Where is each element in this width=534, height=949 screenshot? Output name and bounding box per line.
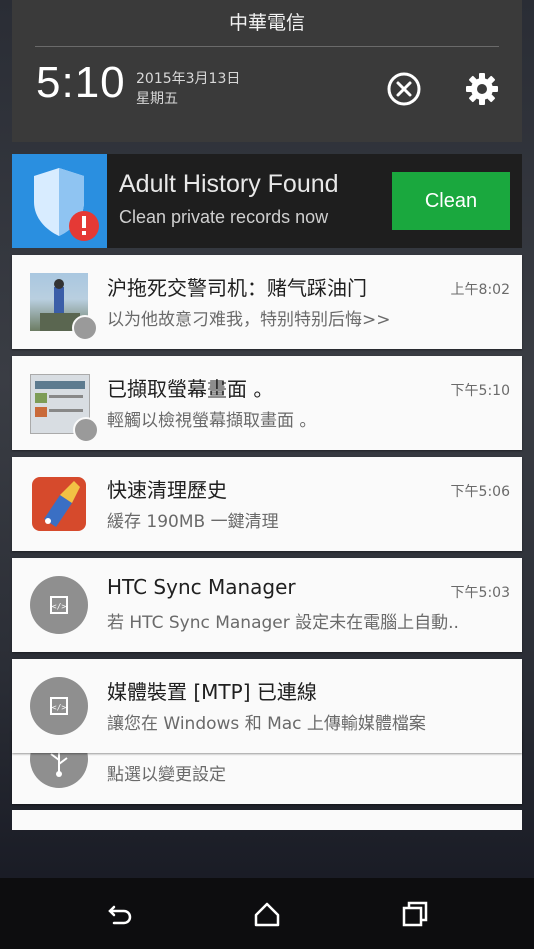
- header-divider: [35, 46, 499, 47]
- notification-time: 下午5:06: [450, 484, 510, 500]
- notification-screenshot[interactable]: 已擷取螢幕畫面 。 輕觸以檢視螢幕擷取畫面 。 下午5:10: [12, 356, 522, 450]
- code-icon: </>: [30, 677, 88, 735]
- home-icon: [254, 902, 280, 927]
- image-badge-icon: [73, 417, 99, 443]
- notification-text: 緩存 190MB 一鍵清理: [107, 512, 279, 532]
- settings-button[interactable]: [462, 69, 502, 109]
- gear-icon: [466, 73, 498, 105]
- navigation-bar: [0, 878, 534, 949]
- shield-alert-icon: [12, 154, 107, 248]
- notification-time: 上午8:02: [450, 282, 510, 298]
- close-circle-icon: [387, 72, 421, 106]
- notification-title: 媒體裝置 [MTP] 已連線: [107, 680, 317, 704]
- ad-subtitle: Clean private records now: [119, 207, 329, 227]
- notification-title: 已擷取螢幕畫面 。: [107, 377, 274, 401]
- quick-settings-header: 中華電信 5:10 2015年3月13日 星期五: [12, 0, 522, 142]
- notification-cleaner[interactable]: 快速清理歷史 緩存 190MB 一鍵清理 下午5:06: [12, 457, 522, 551]
- recents-icon: [402, 901, 428, 927]
- notification-text: 讓您在 Windows 和 Mac 上傳輸媒體檔案: [107, 714, 426, 734]
- notification-text: 輕觸以檢視螢幕擷取畫面 。: [107, 411, 317, 431]
- screenshot-thumbnail: [30, 374, 99, 443]
- notification-htc-sync[interactable]: </> HTC Sync Manager 若 HTC Sync Manager …: [12, 558, 522, 652]
- notification-title: HTC Sync Manager: [107, 575, 296, 599]
- carrier-name: 中華電信: [228, 12, 305, 34]
- notification-mtp[interactable]: </> 媒體裝置 [MTP] 已連線 讓您在 Windows 和 Mac 上傳輸…: [12, 659, 522, 753]
- notification-text: 點選以變更設定: [107, 765, 226, 785]
- app-badge-icon: [72, 315, 98, 341]
- ad-title: Adult History Found: [119, 170, 339, 198]
- home-button[interactable]: [247, 896, 287, 932]
- back-button[interactable]: [100, 896, 140, 932]
- svg-text:</>: </>: [52, 602, 67, 611]
- svg-text:</>: </>: [52, 703, 67, 712]
- date: 2015年3月13日: [136, 71, 241, 87]
- notification-text: 若 HTC Sync Manager 設定未在電腦上自動..: [107, 613, 459, 633]
- notification-stack-edge: [12, 810, 522, 830]
- notification-time: 下午5:03: [450, 585, 510, 601]
- notification-title: 快速清理歷史: [107, 478, 227, 502]
- clock: 5:10: [36, 58, 126, 107]
- notification-news[interactable]: 沪拖死交警司机：赌气踩油门 以为他故意刁难我，特别特别后悔>> 上午8:02: [12, 255, 522, 349]
- notification-text: 以为他故意刁难我，特别特别后悔>>: [107, 310, 391, 330]
- clean-button[interactable]: Clean: [392, 172, 510, 230]
- notification-title: 沪拖死交警司机：赌气踩油门: [107, 276, 367, 300]
- ad-notification[interactable]: Adult History Found Clean private record…: [12, 154, 522, 248]
- recents-button[interactable]: [395, 896, 435, 932]
- code-icon: </>: [30, 576, 88, 634]
- news-thumbnail: [30, 273, 98, 341]
- broom-app-icon: [30, 475, 88, 533]
- notification-time: 下午5:10: [450, 383, 510, 399]
- clear-all-button[interactable]: [384, 69, 424, 109]
- back-icon: [108, 905, 132, 925]
- weekday: 星期五: [136, 91, 178, 107]
